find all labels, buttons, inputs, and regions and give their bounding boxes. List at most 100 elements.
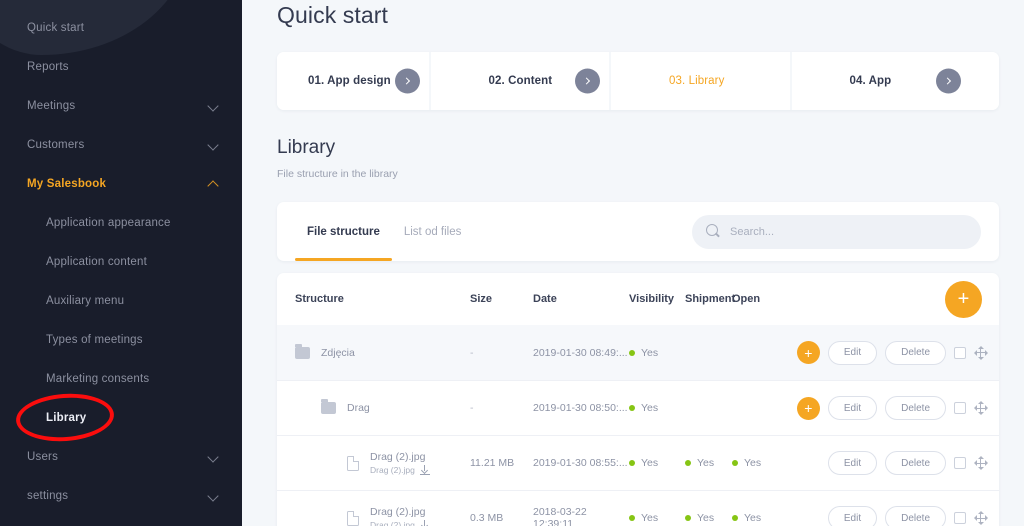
sidebar-item-users[interactable]: Users xyxy=(0,437,242,476)
chevron-down-icon[interactable] xyxy=(208,100,220,112)
section-subtitle: File structure in the library xyxy=(277,168,398,180)
structure-cell: Drag xyxy=(295,399,470,414)
sidebar-item-label: Library xyxy=(46,411,87,424)
date-cell: 2018-03-22 12:39:11 xyxy=(533,506,629,526)
date-value: 2019-01-30 08:49:... xyxy=(533,346,628,359)
status-label: Yes xyxy=(641,512,659,524)
delete-button[interactable]: Delete xyxy=(885,396,946,420)
sidebar-item-marketing-consents[interactable]: Marketing consents xyxy=(0,359,242,398)
row-checkbox[interactable] xyxy=(954,512,966,524)
chevron-up-icon[interactable] xyxy=(208,178,220,190)
stepper-next-arrow-button[interactable] xyxy=(575,68,600,94)
tabs-row: File structure List od files xyxy=(277,202,999,261)
item-filename-row: Drag (2).jpg xyxy=(370,465,430,475)
move-handle-icon[interactable] xyxy=(973,511,988,525)
status-label: Yes xyxy=(744,457,762,469)
stepper-step-3[interactable]: 03. Library xyxy=(638,52,820,110)
item-name-block: Drag (2).jpg Drag (2).jpg xyxy=(370,451,430,475)
column-header-visibility: Visibility xyxy=(629,293,675,305)
size-value: 11.21 MB xyxy=(470,457,515,469)
size-cell: 11.21 MB xyxy=(470,457,533,469)
table-row[interactable]: Drag (2).jpg Drag (2).jpg 11.21 MB 2019-01-… xyxy=(277,435,999,490)
edit-button[interactable]: Edit xyxy=(827,340,878,365)
status-dot-icon xyxy=(629,515,635,521)
sidebar-item-application-appearance[interactable]: Application appearance xyxy=(0,203,242,242)
move-handle-icon[interactable] xyxy=(973,345,988,360)
status-label: Yes xyxy=(744,512,762,524)
sidebar-item-library[interactable]: Library xyxy=(0,398,242,437)
column-header-size: Size xyxy=(470,293,493,305)
column-header-date: Date xyxy=(533,293,557,305)
search-box[interactable] xyxy=(692,214,981,249)
table-row[interactable]: Zdjęcia - 2019-01-30 08:49:... Yes + Edit Dele… xyxy=(277,325,999,380)
status-badge: Yes xyxy=(629,457,658,469)
stepper-step-1[interactable]: 01. App design xyxy=(277,52,459,110)
status-badge: Yes xyxy=(629,402,658,414)
download-icon[interactable] xyxy=(419,465,430,475)
edit-button[interactable]: Edit xyxy=(827,451,878,475)
chevron-down-icon[interactable] xyxy=(208,451,220,463)
sidebar-item-meetings[interactable]: Meetings xyxy=(0,86,242,125)
edit-button[interactable]: Edit xyxy=(827,506,878,526)
status-badge: Yes xyxy=(732,512,761,524)
file-icon xyxy=(347,455,359,471)
size-value: - xyxy=(470,402,474,414)
move-handle-icon[interactable] xyxy=(973,456,988,470)
date-cell: 2019-01-30 08:50:... xyxy=(533,402,629,414)
size-value: 0.3 MB xyxy=(470,512,504,524)
tab-file-structure[interactable]: File structure xyxy=(295,202,392,261)
table-body: Zdjęcia - 2019-01-30 08:49:... Yes + Edit Dele… xyxy=(277,325,999,526)
status-label: Yes xyxy=(641,402,659,414)
visibility-cell: Yes xyxy=(629,402,685,414)
sidebar-item-types-of-meetings[interactable]: Types of meetings xyxy=(0,320,242,359)
stepper-next-arrow-button[interactable] xyxy=(936,68,961,94)
row-add-button[interactable]: + xyxy=(796,341,820,364)
status-dot-icon xyxy=(685,460,691,466)
sidebar-item-my-salesbook[interactable]: My Salesbook xyxy=(0,164,242,203)
sidebar-item-auxiliary-menu[interactable]: Auxiliary menu xyxy=(0,281,242,320)
search-input[interactable] xyxy=(730,225,967,238)
sidebar-item-application-content[interactable]: Application content xyxy=(0,242,242,281)
table-row[interactable]: Drag (2).jpg Drag (2).jpg 0.3 MB 2018-03-22… xyxy=(277,490,999,526)
sidebar-item-label: Marketing consents xyxy=(46,372,150,385)
edit-button[interactable]: Edit xyxy=(827,396,878,420)
row-add-button[interactable]: + xyxy=(796,396,820,420)
sidebar-item-settings[interactable]: settings xyxy=(0,476,242,515)
sidebar-item-reports[interactable]: Reports xyxy=(0,47,242,86)
chevron-down-icon[interactable] xyxy=(208,490,220,502)
date-cell: 2019-01-30 08:49:... xyxy=(533,347,629,359)
chevron-right-icon xyxy=(582,77,591,85)
status-label: Yes xyxy=(641,457,659,469)
status-label: Yes xyxy=(641,346,659,359)
sidebar-item-label: Application appearance xyxy=(46,216,171,229)
open-cell: Yes xyxy=(732,512,772,524)
sidebar-item-customers[interactable]: Customers xyxy=(0,125,242,164)
visibility-cell: Yes xyxy=(629,457,685,469)
file-icon xyxy=(347,510,359,526)
delete-button[interactable]: Delete xyxy=(885,451,946,475)
size-cell: 0.3 MB xyxy=(470,512,533,524)
row-checkbox[interactable] xyxy=(954,402,966,414)
stepper-step-2[interactable]: 02. Content xyxy=(457,52,639,110)
sidebar-item-label: Quick start xyxy=(27,21,85,34)
delete-button[interactable]: Delete xyxy=(885,340,946,365)
row-checkbox[interactable] xyxy=(954,457,966,469)
sidebar-item-label: Meetings xyxy=(27,99,76,112)
size-value: - xyxy=(470,346,474,359)
stepper-step-4[interactable]: 04. App xyxy=(818,52,999,110)
column-header-open: Open xyxy=(732,293,761,305)
item-filename: Drag (2).jpg xyxy=(370,520,415,526)
row-checkbox[interactable] xyxy=(954,346,966,359)
delete-button[interactable]: Delete xyxy=(885,506,946,526)
sidebar-item-quick-start[interactable]: Quick start xyxy=(0,8,242,47)
stepper-next-arrow-button[interactable] xyxy=(394,68,420,94)
item-name: Drag (2).jpg xyxy=(370,451,426,463)
status-dot-icon xyxy=(629,460,635,466)
sidebar-item-label: Reports xyxy=(27,60,69,73)
add-item-button[interactable]: + xyxy=(945,280,982,318)
chevron-down-icon[interactable] xyxy=(208,139,220,151)
tab-list-of-files[interactable]: List od files xyxy=(392,202,474,261)
table-row[interactable]: Drag - 2019-01-30 08:50:... Yes + Edit Delete xyxy=(277,380,999,435)
download-icon[interactable] xyxy=(420,520,430,526)
move-handle-icon[interactable] xyxy=(973,401,988,415)
